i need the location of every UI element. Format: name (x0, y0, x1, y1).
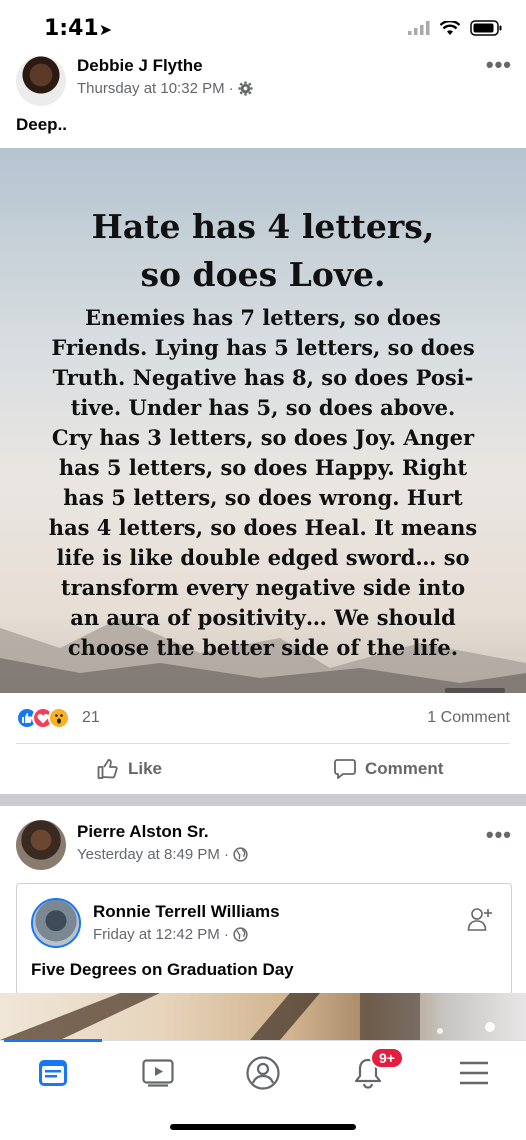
quote-text: Hate has 4 letters, so does Love. Enemie… (20, 203, 506, 663)
nav-watch[interactable] (128, 1053, 188, 1093)
quote-line: has 5 letters, so does wrong. Hurt (63, 485, 463, 510)
post-text: Deep.. (16, 115, 68, 134)
shared-post-card[interactable]: Ronnie Terrell Williams Friday at 12:42 … (16, 883, 512, 993)
ceiling-photo (0, 993, 495, 1040)
shared-post-timestamp[interactable]: Friday at 12:42 PM · (93, 926, 229, 943)
globe-icon (233, 927, 248, 942)
quote-line: has 5 letters, so does Happy. Right (58, 455, 468, 480)
nav-news-feed[interactable] (23, 1053, 83, 1093)
author-name[interactable]: Debbie J Flythe (77, 56, 203, 76)
status-bar: 1:41➤ (0, 0, 526, 56)
quote-body: Enemies has 7 letters, so does Friends. … (20, 303, 506, 663)
quote-headline-2: so does Love. (140, 255, 386, 294)
more-options-icon[interactable]: ••• (486, 52, 512, 78)
comment-button[interactable]: Comment (333, 744, 443, 794)
avatar[interactable] (16, 56, 66, 106)
shared-post-meta: Friday at 12:42 PM · (93, 926, 248, 943)
profile-icon (246, 1056, 280, 1090)
nav-active-indicator (4, 1039, 102, 1042)
globe-icon (233, 847, 248, 862)
post-image[interactable]: Hate has 4 letters, so does Love. Enemie… (0, 148, 526, 693)
quote-line: tive. Under has 5, so does above. (70, 395, 456, 420)
cellular-signal-icon (408, 21, 430, 35)
post-meta: Yesterday at 8:49 PM · (77, 846, 248, 863)
nav-notifications[interactable]: 9+ (338, 1047, 404, 1093)
add-friend-icon[interactable] (467, 906, 493, 932)
post-timestamp[interactable]: Yesterday at 8:49 PM · (77, 846, 229, 863)
status-time-text: 1:41 (44, 16, 99, 41)
more-options-icon[interactable]: ••• (486, 822, 512, 848)
reactions-row: 21 1 Comment (0, 693, 526, 743)
like-label: Like (128, 759, 163, 778)
notifications-badge: 9+ (370, 1047, 404, 1069)
quote-line: Cry has 3 letters, so does Joy. Anger (51, 425, 475, 450)
author-name[interactable]: Pierre Alston Sr. (77, 822, 209, 842)
battery-icon (470, 20, 502, 36)
speech-bubble-icon (334, 759, 356, 779)
status-time: 1:41➤ (44, 16, 112, 41)
reaction-icons[interactable] (16, 707, 70, 729)
shared-author-name[interactable]: Ronnie Terrell Williams (93, 902, 280, 922)
shared-post-caption: Five Degrees on Graduation Day (31, 960, 294, 979)
quote-line: Enemies has 7 letters, so does (85, 305, 441, 330)
thumbs-up-icon (97, 759, 118, 779)
wow-icon (48, 707, 70, 729)
comment-label: Comment (365, 759, 444, 778)
news-feed-icon (39, 1060, 67, 1086)
quote-line: choose the better side of the life. (67, 635, 459, 660)
gear-icon (238, 81, 253, 96)
quote-line: transform every negative side into (60, 575, 466, 600)
comments-count[interactable]: 1 Comment (427, 709, 510, 727)
section-separator (0, 794, 526, 806)
avatar[interactable] (31, 898, 81, 948)
post-header: Debbie J Flythe Thursday at 10:32 PM · •… (0, 52, 526, 148)
quote-line: an aura of positivity… We should (70, 605, 456, 630)
nav-profile[interactable] (233, 1053, 293, 1093)
watch-icon (142, 1059, 174, 1087)
quote-line: has 4 letters, so does Heal. It means (48, 515, 478, 540)
post-timestamp[interactable]: Thursday at 10:32 PM · (77, 80, 234, 97)
like-button[interactable]: Like (96, 744, 162, 794)
quote-line: Truth. Negative has 8, so does Posi- (52, 365, 474, 390)
post-meta: Thursday at 10:32 PM · (77, 80, 253, 97)
status-icons (408, 20, 502, 36)
home-indicator[interactable] (170, 1124, 356, 1130)
nav-menu[interactable] (444, 1053, 504, 1093)
wifi-icon (440, 20, 460, 35)
quote-headline-1: Hate has 4 letters, (91, 207, 435, 246)
avatar[interactable] (16, 820, 66, 870)
shared-post-image[interactable] (0, 993, 526, 1040)
menu-icon (460, 1061, 488, 1085)
quote-line: Friends. Lying has 5 letters, so does (51, 335, 475, 360)
action-bar: Like Comment (0, 744, 526, 794)
quote-line: life is like double edged sword… so (56, 545, 470, 570)
reaction-count[interactable]: 21 (82, 709, 100, 727)
location-arrow-icon: ➤ (98, 20, 113, 39)
